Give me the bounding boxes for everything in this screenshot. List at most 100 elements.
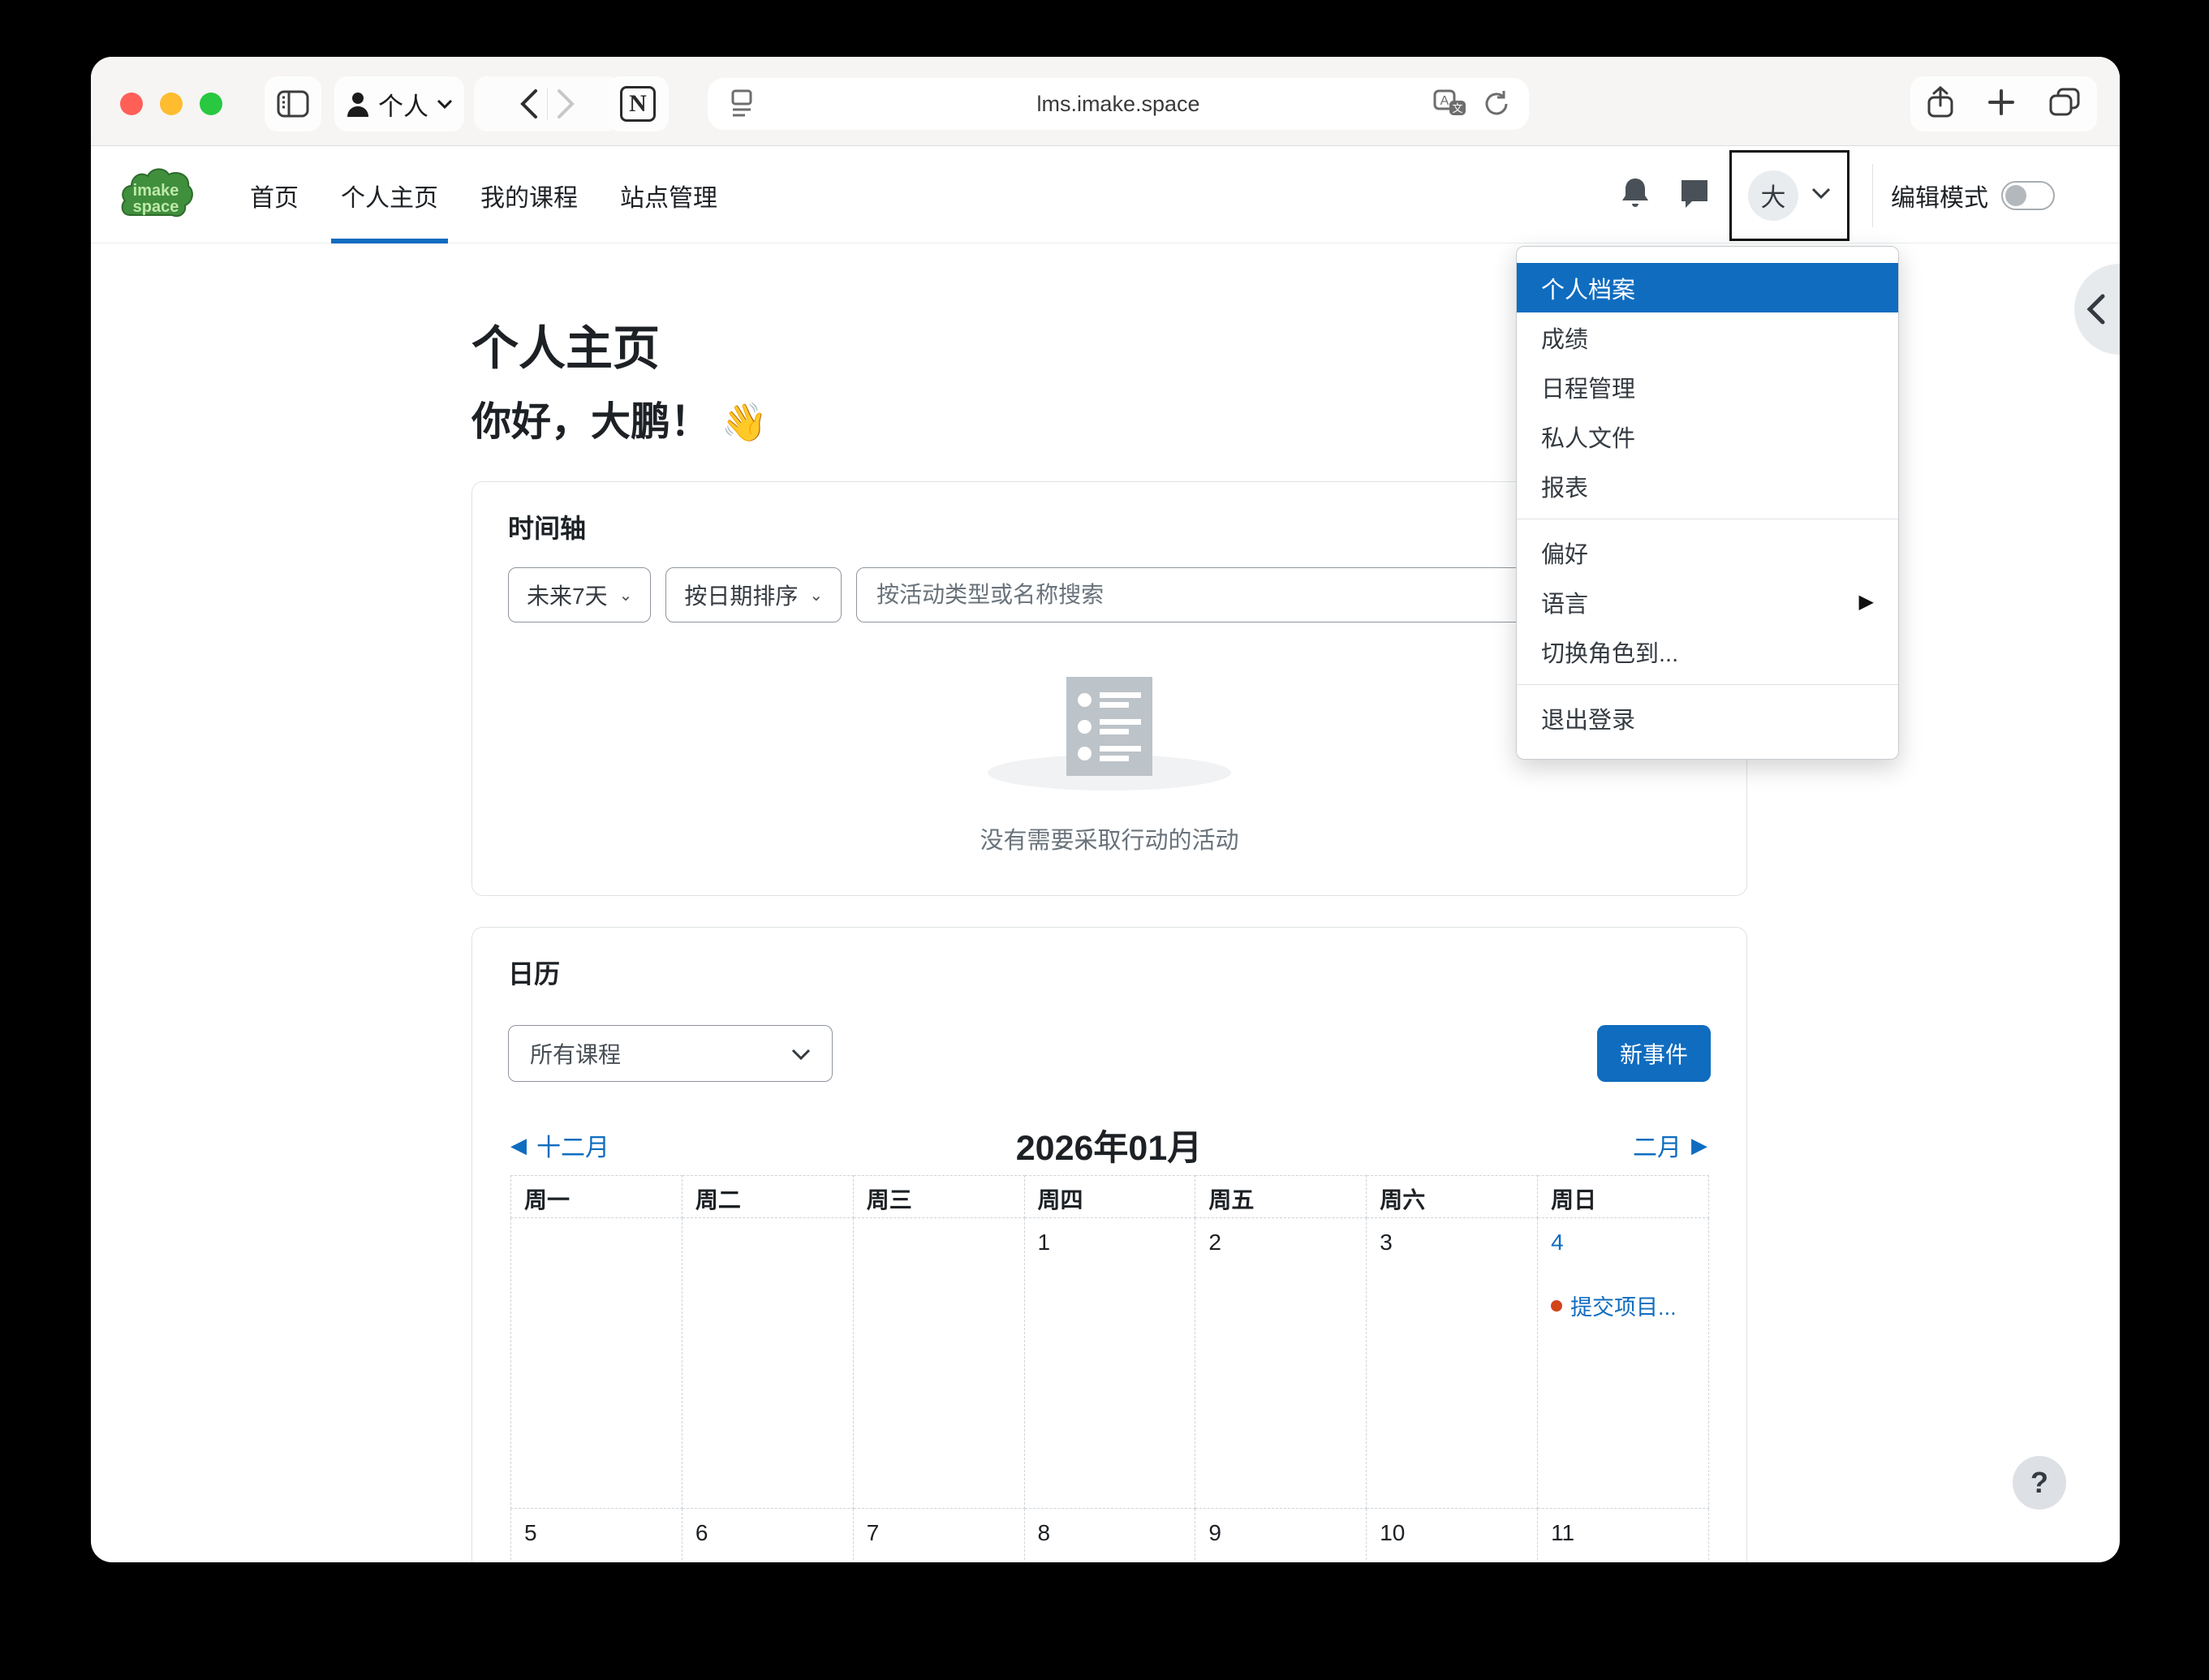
messages-icon[interactable]	[1679, 178, 1710, 213]
nav-item-dashboard[interactable]: 个人主页	[320, 147, 459, 243]
site-header: imake space 首页 个人主页 我的课程 站点管理	[91, 147, 2120, 243]
calendar-day-cell	[853, 1218, 1024, 1509]
day-4-link[interactable]: 4	[1551, 1230, 1564, 1255]
menu-item-reports[interactable]: 报表	[1517, 461, 1898, 510]
timeline-empty-text: 没有需要采取行动的活动	[472, 821, 1746, 855]
close-window-button[interactable]	[120, 93, 143, 115]
back-button[interactable]	[519, 88, 539, 119]
svg-text:文: 文	[1452, 102, 1462, 114]
help-button[interactable]: ?	[2013, 1456, 2066, 1510]
menu-item-private-files[interactable]: 私人文件	[1517, 411, 1898, 461]
main-nav: 首页 个人主页 我的课程 站点管理	[229, 147, 738, 243]
calendar-month-nav: ◀ 十二月 2026年01月 二月 ▶	[510, 1121, 1707, 1170]
menu-item-profile[interactable]: 个人档案	[1517, 263, 1898, 312]
browser-toolbar: 个人 N	[91, 57, 2120, 146]
nav-item-home[interactable]: 首页	[229, 147, 320, 243]
wave-emoji: 👋	[721, 401, 768, 443]
weekday-header: 周三	[853, 1176, 1024, 1218]
chevron-down-icon	[1811, 187, 1831, 204]
calendar-day-cell: 2	[1195, 1218, 1367, 1509]
profile-switcher-button[interactable]: 个人	[334, 76, 464, 131]
menu-item-preferences[interactable]: 偏好	[1517, 528, 1898, 577]
chevron-down-icon: ⌄	[809, 585, 823, 605]
notion-icon: N	[620, 86, 656, 122]
empty-list-icon	[1066, 677, 1152, 776]
menu-item-grades[interactable]: 成绩	[1517, 312, 1898, 362]
calendar-event[interactable]: 提交项目...	[1551, 1290, 1708, 1321]
svg-text:A: A	[1440, 94, 1449, 108]
calendar-day-cell: 9	[1195, 1509, 1367, 1563]
zoom-window-button[interactable]	[200, 93, 222, 115]
menu-item-logout[interactable]: 退出登录	[1517, 693, 1898, 743]
timeline-sort-filter[interactable]: 按日期排序 ⌄	[665, 567, 842, 622]
translate-icon[interactable]: A 文	[1433, 89, 1467, 124]
new-event-button[interactable]: 新事件	[1597, 1025, 1711, 1082]
toolbar-right-group	[1910, 76, 2097, 131]
new-tab-button[interactable]	[1987, 88, 2015, 120]
nav-item-my-courses[interactable]: 我的课程	[459, 147, 599, 243]
user-menu-toggle[interactable]: 大	[1729, 150, 1849, 241]
weekday-header: 周六	[1367, 1176, 1538, 1218]
calendar-day-cell: 1	[1024, 1218, 1195, 1509]
share-button[interactable]	[1927, 86, 1954, 123]
reload-icon[interactable]	[1482, 89, 1511, 124]
calendar-day-cell: 3	[1367, 1218, 1538, 1509]
event-label[interactable]: 提交项目...	[1570, 1290, 1677, 1321]
browser-window: 个人 N	[91, 57, 2120, 1562]
chevron-down-icon	[437, 98, 453, 110]
divider	[1872, 164, 1873, 227]
address-bar[interactable]: lms.imake.space A 文	[708, 78, 1529, 130]
user-dropdown-menu: 个人档案 成绩 日程管理 私人文件 报表 偏好 语言 ▶ 切换角色到... 退出…	[1516, 246, 1899, 760]
calendar-day-cell	[511, 1218, 683, 1509]
menu-item-switch-role[interactable]: 切换角色到...	[1517, 627, 1898, 676]
weekday-header: 周二	[682, 1176, 853, 1218]
timeline-title: 时间轴	[508, 508, 586, 545]
menu-item-schedule[interactable]: 日程管理	[1517, 362, 1898, 411]
url-text: lms.imake.space	[708, 92, 1529, 117]
calendar-day-cell: 6	[682, 1509, 853, 1563]
greeting-text: 你好，大鹏！ 👋	[472, 390, 768, 447]
sidebar-icon	[277, 90, 309, 118]
header-right-group: 大 编辑模式	[1606, 147, 2055, 243]
calendar-day-cell: 5	[511, 1509, 683, 1563]
timeline-day-filter[interactable]: 未来7天 ⌄	[508, 567, 651, 622]
calendar-day-cell: 11	[1538, 1509, 1709, 1563]
chevron-down-icon	[791, 1040, 811, 1066]
notion-extension-button[interactable]: N	[607, 76, 669, 131]
edit-mode-label: 编辑模式	[1891, 178, 1988, 213]
profile-switcher-label: 个人	[378, 86, 428, 123]
month-title: 2026年01月	[510, 1120, 1707, 1170]
weekday-header: 周一	[511, 1176, 683, 1218]
avatar: 大	[1748, 170, 1798, 221]
calendar-day-cell	[682, 1218, 853, 1509]
weekday-header: 周四	[1024, 1176, 1195, 1218]
weekday-header: 周日	[1538, 1176, 1709, 1218]
calendar-day-cell: 7	[853, 1509, 1024, 1563]
svg-text:imake: imake	[133, 182, 179, 200]
calendar-day-cell: 10	[1367, 1509, 1538, 1563]
minimize-window-button[interactable]	[160, 93, 183, 115]
chevron-down-icon: ⌄	[619, 585, 633, 605]
calendar-day-cell: 4 提交项目...	[1538, 1218, 1709, 1509]
forward-button[interactable]	[556, 88, 575, 119]
open-drawer-tab[interactable]	[2074, 264, 2120, 355]
site-logo[interactable]: imake space	[118, 165, 193, 222]
menu-item-language[interactable]: 语言 ▶	[1517, 577, 1898, 627]
menu-divider	[1517, 684, 1898, 685]
tab-overview-button[interactable]	[2048, 87, 2081, 122]
calendar-title: 日历	[508, 954, 560, 991]
screenshot-stage: 个人 N	[0, 0, 2209, 1680]
person-icon	[346, 91, 370, 117]
svg-text:space: space	[133, 198, 179, 216]
course-filter-select[interactable]: 所有课程	[508, 1025, 833, 1082]
nav-item-site-admin[interactable]: 站点管理	[599, 147, 738, 243]
calendar-grid: 周一 周二 周三 周四 周五 周六 周日 1 2	[510, 1175, 1709, 1562]
divider	[547, 88, 548, 120]
assignment-event-icon	[1551, 1300, 1562, 1312]
edit-mode-control: 编辑模式	[1891, 178, 2055, 213]
notifications-bell-icon[interactable]	[1621, 177, 1650, 213]
sidebar-toggle-button[interactable]	[265, 76, 321, 131]
history-nav-group	[474, 76, 620, 131]
submenu-arrow-icon: ▶	[1859, 590, 1874, 614]
edit-mode-toggle[interactable]	[2001, 181, 2055, 210]
